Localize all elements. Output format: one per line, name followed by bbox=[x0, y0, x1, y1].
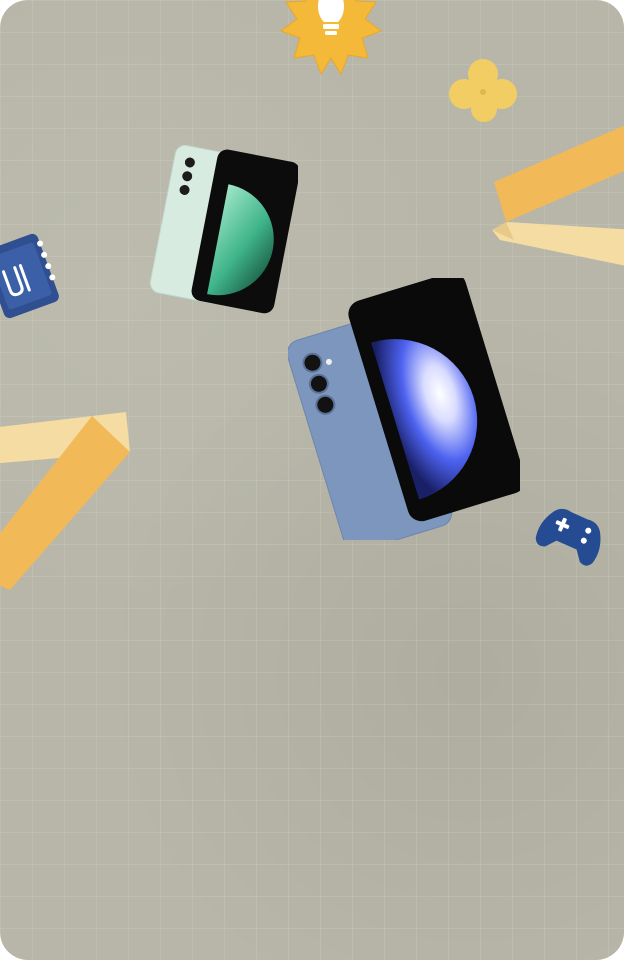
clover-sticker bbox=[449, 59, 517, 122]
promo-card bbox=[0, 0, 624, 960]
notebook-sticker bbox=[0, 233, 59, 319]
ribbon-sticker-right bbox=[492, 125, 624, 266]
gamepad-sticker bbox=[535, 508, 601, 566]
lightbulb-sun-sticker bbox=[279, 0, 383, 76]
ribbon-sticker-left bbox=[0, 412, 130, 590]
mint-phone-image bbox=[149, 144, 298, 314]
blue-phone-image bbox=[288, 278, 520, 540]
